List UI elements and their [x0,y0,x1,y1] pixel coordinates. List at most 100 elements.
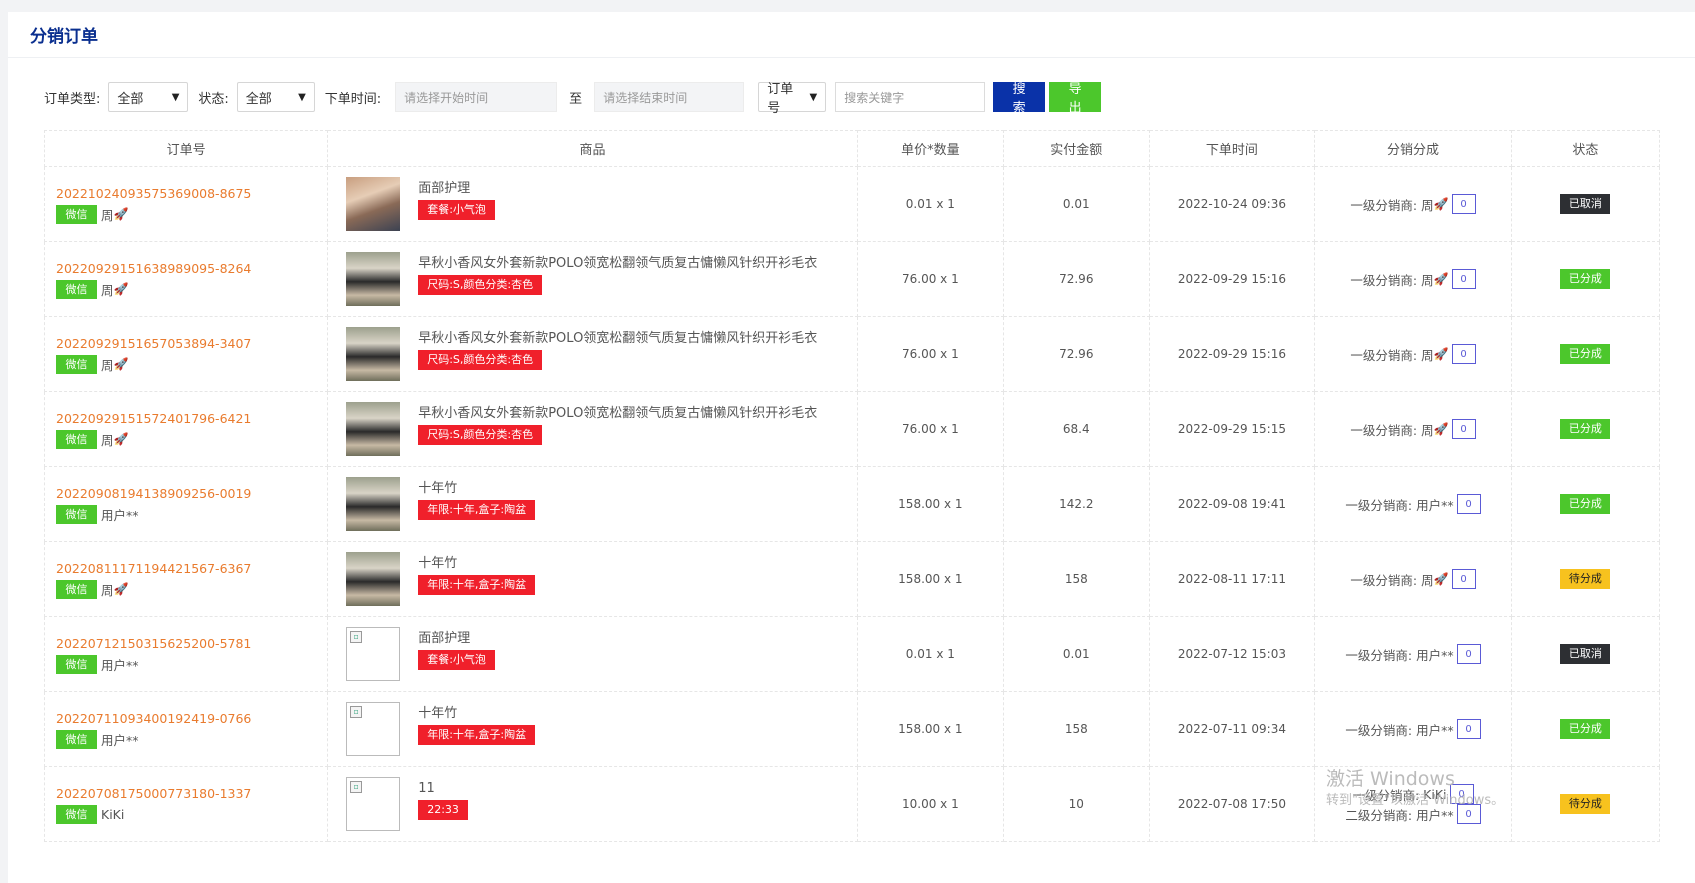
order-type-value: 全部 [117,91,144,107]
chevron-down-icon: ▼ [171,91,180,103]
buyer-name: 周 [101,582,114,598]
order-meta: 微信周 🚀 [56,429,327,449]
rocket-icon: 🚀 [1433,272,1449,286]
rocket-icon: 🚀 [113,282,129,296]
price-qty-cell: 0.01 x 1 [856,166,1004,242]
wechat-badge: 微信 [56,804,97,824]
chevron-down-icon: ▼ [298,91,306,103]
order-number-link[interactable]: 20220712150315625200-5781 [56,635,327,653]
distributor-level: 一级分销商: [1350,197,1418,213]
product-image [346,402,401,456]
spec-tag: 尺码:S,颜色分类:杏色 [418,425,543,445]
header-distribution: 分销分成 [1314,130,1512,167]
order-time-cell: 2022-07-11 09:34 [1148,691,1316,767]
order-meta: 微信周 🚀 [56,354,327,374]
search-button[interactable]: 搜索 [993,81,1046,115]
status-select[interactable]: 全部 ▼ [236,82,315,112]
goods-info: 早秋小香风女外套新款POLO领宽松翻领气质复古慵懒风针织开衫毛衣 尺码:S,颜色分… [418,252,817,295]
order-time-cell: 2022-09-08 19:41 [1148,466,1316,542]
distributor-name: 周 [1421,422,1434,438]
distributor-name: 用户** [1416,647,1454,663]
wechat-badge: 微信 [56,579,97,599]
order-number-link[interactable]: 20221024093575369008-8675 [56,185,327,203]
distributor-name: 用户** [1416,722,1454,738]
goods-name[interactable]: 十年竹 [418,481,535,497]
order-number-link[interactable]: 20220811171194421567-6367 [56,560,327,578]
distributor-count[interactable]: 0 [1456,494,1481,514]
order-number-link[interactable]: 20220708175000773180-1337 [56,785,327,803]
status-badge: 待分成 [1560,794,1611,814]
goods-name[interactable]: 11 [418,781,468,797]
status-badge: 待分成 [1560,569,1611,589]
goods-name[interactable]: 十年竹 [418,556,535,572]
product-image [346,177,401,231]
goods-name[interactable]: 早秋小香风女外套新款POLO领宽松翻领气质复古慵懒风针织开衫毛衣 [418,406,817,422]
goods-cell: 早秋小香风女外套新款POLO领宽松翻领气质复古慵懒风针织开衫毛衣 尺码:S,颜色分… [327,316,858,392]
start-time-input[interactable]: 请选择开始时间 [395,82,558,112]
keyword-input[interactable]: 搜索关键字 [835,82,986,112]
distributor-count[interactable]: 0 [1456,804,1481,824]
distribution-cell: 一级分销商: 用户** 0 [1314,466,1512,542]
order-cell: 20220711093400192419-0766 微信 用户** [43,691,329,767]
order-number-link[interactable]: 20220929151572401796-6421 [56,410,327,428]
order-type-select[interactable]: 全部 ▼ [108,82,189,112]
start-time-placeholder: 请选择开始时间 [404,90,489,105]
header-paid-amount: 实付金额 [1002,130,1150,167]
order-time-cell: 2022-09-29 15:15 [1148,391,1316,467]
table-row: 20220929151638989095-8264 微信周 🚀 早秋小香风女外套新款P… [43,241,1661,317]
order-meta: 微信 用户** [56,729,327,749]
price-qty-cell: 76.00 x 1 [856,391,1004,467]
broken-image-icon: ▫ [350,631,363,643]
order-cell: 20220708175000773180-1337 微信 KiKi [43,766,329,842]
goods-name[interactable]: 面部护理 [418,631,495,647]
paid-amount-cell: 0.01 [1002,166,1150,242]
order-cell: 20220908194138909256-0019 微信 用户** [43,466,329,542]
buyer-name: 用户** [101,507,139,523]
rocket-icon: 🚀 [1433,347,1449,361]
search-field-value: 订单号 [767,82,794,116]
spec-tag: 套餐:小气泡 [418,200,495,220]
distributor-level: 一级分销商: [1352,787,1420,803]
distributor-name: 周 [1421,272,1434,288]
price-qty-cell: 158.00 x 1 [856,466,1004,542]
export-button[interactable]: 导出 [1049,81,1102,115]
distributor-level: 一级分销商: [1350,422,1418,438]
distributor-count[interactable]: 0 [1451,269,1476,289]
distributor-count[interactable]: 0 [1449,784,1474,804]
goods-name[interactable]: 面部护理 [418,181,495,197]
order-cell: 20220929151638989095-8264 微信周 🚀 [43,241,329,317]
goods-name[interactable]: 早秋小香风女外套新款POLO领宽松翻领气质复古慵懒风针织开衫毛衣 [418,331,817,347]
end-time-placeholder: 请选择结束时间 [603,90,688,105]
buyer-name: 用户** [101,657,139,673]
distributor-count[interactable]: 0 [1456,719,1481,739]
status-cell: 待分成 [1510,541,1661,617]
distributor-line: 一级分销商: 用户** 0 [1315,719,1511,739]
distributor-count[interactable]: 0 [1451,419,1476,439]
order-number-link[interactable]: 20220908194138909256-0019 [56,485,327,503]
distributor-level: 一级分销商: [1350,347,1418,363]
distributor-line: 一级分销商: 周 🚀 0 [1315,194,1511,214]
goods-cell: 早秋小香风女外套新款POLO领宽松翻领气质复古慵懒风针织开衫毛衣尺码:S,颜色分… [327,391,858,467]
end-time-input[interactable]: 请选择结束时间 [594,82,745,112]
goods-name[interactable]: 十年竹 [418,706,535,722]
distributor-count[interactable]: 0 [1451,344,1476,364]
status-cell: 已取消 [1510,616,1661,692]
distributor-count[interactable]: 0 [1456,644,1481,664]
search-field-select[interactable]: 订单号 ▼ [758,82,827,116]
order-number-link[interactable]: 20220711093400192419-0766 [56,710,327,728]
broken-image-icon: ▫ [350,781,363,793]
distributor-count[interactable]: 0 [1451,194,1476,214]
rocket-icon: 🚀 [113,582,129,596]
rocket-icon: 🚀 [1433,422,1449,436]
goods-name[interactable]: 早秋小香风女外套新款POLO领宽松翻领气质复古慵懒风针织开衫毛衣 [418,256,817,272]
distribution-cell: 一级分销商: KiKi 0 二级分销商: 用户** 0 [1314,766,1512,842]
product-image [346,327,401,381]
order-number-link[interactable]: 20220929151657053894-3407 [56,335,327,353]
order-number-link[interactable]: 20220929151638989095-8264 [56,260,327,278]
status-cell: 已分成 [1510,466,1661,542]
order-meta: 微信周 🚀 [56,279,327,299]
distributor-count[interactable]: 0 [1451,569,1476,589]
distributor-line: 二级分销商: 用户** 0 [1315,804,1511,824]
distribution-cell: 一级分销商: 用户** 0 [1314,691,1512,767]
order-time-cell: 2022-09-29 15:16 [1148,241,1316,317]
